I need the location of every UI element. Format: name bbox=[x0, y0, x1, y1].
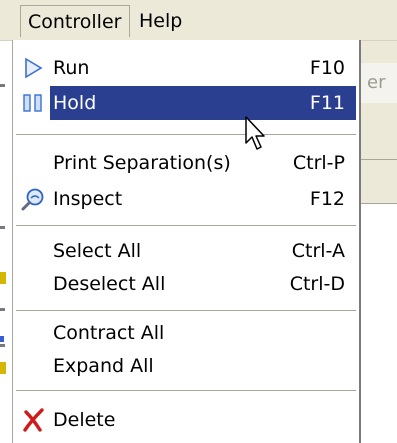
menu-separator bbox=[16, 310, 356, 312]
menu-item-shortcut: Ctrl-P bbox=[292, 152, 345, 174]
menu-item-shortcut: Ctrl-D bbox=[289, 273, 345, 295]
menu-separator bbox=[16, 390, 356, 392]
menu-item-shortcut: F10 bbox=[309, 57, 345, 79]
mouse-pointer-icon bbox=[245, 116, 271, 154]
menu-item-label: Inspect bbox=[53, 188, 123, 210]
magnifier-icon bbox=[19, 185, 47, 213]
menu-item-select-all[interactable]: Select All Ctrl-A bbox=[16, 234, 356, 268]
menubar-controller[interactable]: Controller bbox=[20, 5, 130, 37]
play-icon bbox=[19, 54, 47, 82]
menu-item-label: Select All bbox=[53, 240, 142, 262]
controller-dropdown-menu: Run F10 Hold F11 Print Separation(s) Ctr… bbox=[12, 40, 361, 443]
menu-item-run[interactable]: Run F10 bbox=[16, 51, 356, 85]
pause-icon bbox=[16, 86, 50, 120]
menu-item-contract-all[interactable]: Contract All bbox=[16, 316, 356, 350]
menu-item-inspect[interactable]: Inspect F12 bbox=[16, 182, 356, 216]
delete-x-icon bbox=[19, 406, 47, 434]
menu-item-label: Expand All bbox=[53, 355, 154, 377]
menu-item-print-separations[interactable]: Print Separation(s) Ctrl-P bbox=[16, 146, 356, 180]
menu-item-shortcut: F11 bbox=[309, 92, 345, 114]
menu-item-label: Delete bbox=[53, 409, 116, 431]
menu-item-expand-all[interactable]: Expand All bbox=[16, 349, 356, 383]
menu-item-hold[interactable]: Hold F11 bbox=[16, 86, 356, 120]
background-column-header: er bbox=[358, 63, 397, 103]
menu-item-shortcut: F12 bbox=[309, 188, 345, 210]
menu-item-label: Run bbox=[53, 57, 90, 79]
background-app-edge bbox=[0, 40, 12, 443]
menu-item-label: Deselect All bbox=[53, 273, 166, 295]
menu-item-label: Print Separation(s) bbox=[53, 152, 231, 174]
menu-item-delete[interactable]: Delete bbox=[16, 403, 356, 437]
menu-item-label: Contract All bbox=[53, 322, 165, 344]
menu-item-label: Hold bbox=[53, 92, 97, 114]
menu-separator bbox=[16, 225, 356, 227]
menu-separator bbox=[16, 134, 356, 136]
menu-bar: Controller Help bbox=[0, 0, 397, 41]
menu-item-shortcut: Ctrl-A bbox=[291, 240, 345, 262]
menu-item-deselect-all[interactable]: Deselect All Ctrl-D bbox=[16, 267, 356, 301]
menubar-help[interactable]: Help bbox=[132, 5, 189, 37]
